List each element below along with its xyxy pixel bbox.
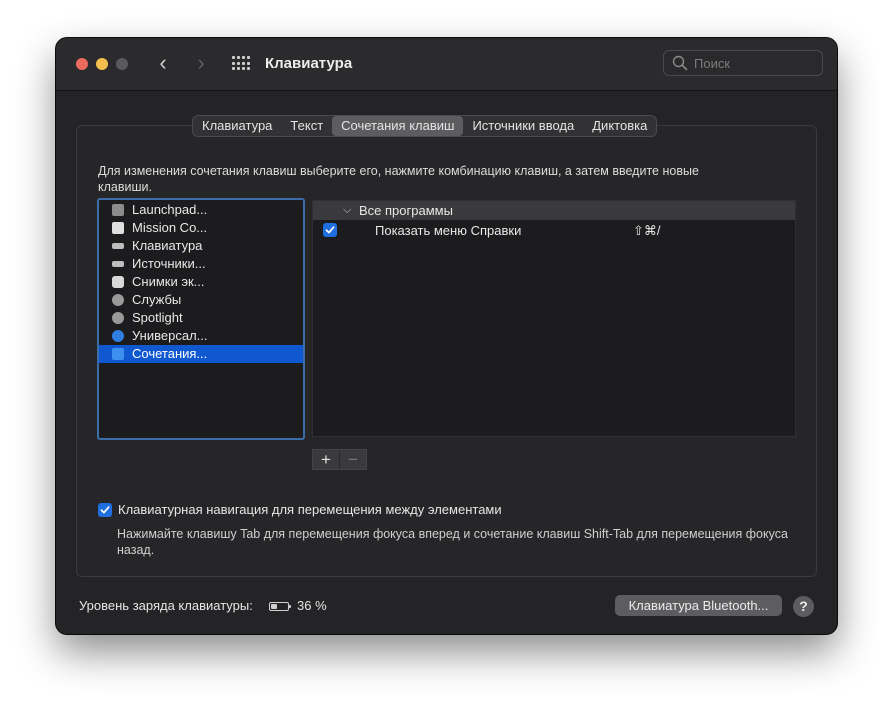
category-label: Клавиатура <box>132 238 203 253</box>
tab-dictation[interactable]: Диктовка <box>583 116 656 136</box>
show-all-grid-icon[interactable] <box>232 56 250 71</box>
minimize-window-button[interactable] <box>96 58 108 70</box>
shortcut-enabled-checkbox[interactable] <box>323 223 337 237</box>
chevron-down-icon[interactable]: ⌵ <box>343 201 351 220</box>
group-label: Все программы <box>359 203 453 218</box>
category-label: Источники... <box>132 256 206 271</box>
checkmark-icon <box>100 506 110 514</box>
tab-bar: Клавиатура Текст Сочетания клавиш Источн… <box>192 115 658 137</box>
tab-input-sources[interactable]: Источники ввода <box>463 116 583 136</box>
category-item-app-shortcuts[interactable]: Сочетания... <box>99 345 303 363</box>
battery-icon <box>269 602 291 611</box>
keyboard-navigation-label: Клавиатурная навигация для перемещения м… <box>118 502 502 517</box>
shortcuts-description: Для изменения сочетания клавиш выберите … <box>98 164 699 194</box>
launchpad-icon <box>112 204 124 216</box>
category-label: Снимки эк... <box>132 274 205 289</box>
screenshot-icon <box>112 276 124 288</box>
category-item-spotlight[interactable]: Spotlight <box>99 309 303 327</box>
category-label: Сочетания... <box>132 346 208 361</box>
category-item-input-sources[interactable]: Источники... <box>99 255 303 273</box>
shortcut-keys[interactable]: ⇧⌘/ <box>633 221 661 240</box>
category-label: Spotlight <box>132 310 183 325</box>
category-label: Mission Co... <box>132 220 208 235</box>
help-button[interactable]: ? <box>793 596 814 617</box>
category-item-accessibility[interactable]: Универсал... <box>99 327 303 345</box>
close-window-button[interactable] <box>76 58 88 70</box>
shortcuts-table: ⌵ Все программы Показать меню Справки ⇧⌘… <box>312 200 796 437</box>
app-shortcuts-icon <box>112 348 124 360</box>
battery-label: Уровень заряда клавиатуры: <box>79 598 253 613</box>
tab-text[interactable]: Текст <box>281 116 332 136</box>
shortcut-name: Показать меню Справки <box>375 223 522 238</box>
category-list[interactable]: Launchpad... Mission Co... Клавиатура Ис… <box>97 198 305 440</box>
keyboard-icon <box>112 243 124 249</box>
keyboard-navigation-description: Нажимайте клавишу Tab для перемещения фо… <box>117 527 788 557</box>
remove-shortcut-button[interactable]: − <box>340 450 366 469</box>
back-chevron-icon[interactable]: ‹ <box>152 52 174 76</box>
input-sources-icon <box>112 261 124 267</box>
category-item-keyboard[interactable]: Клавиатура <box>99 237 303 255</box>
spotlight-icon <box>112 312 124 324</box>
add-remove-control: + − <box>312 449 367 470</box>
tab-shortcuts[interactable]: Сочетания клавиш <box>332 116 464 136</box>
category-item-mission-control[interactable]: Mission Co... <box>99 219 303 237</box>
title-bar: ‹ › Клавиатура Поиск <box>56 38 837 91</box>
battery-percent: 36 % <box>297 598 327 613</box>
zoom-window-button[interactable] <box>116 58 128 70</box>
category-item-launchpad[interactable]: Launchpad... <box>99 201 303 219</box>
bluetooth-keyboard-button[interactable]: Клавиатура Bluetooth... <box>615 595 782 616</box>
battery-level-fill <box>271 604 277 609</box>
search-input[interactable]: Поиск <box>663 50 823 76</box>
forward-chevron-icon[interactable]: › <box>190 52 212 76</box>
shortcut-row[interactable]: Показать меню Справки ⇧⌘/ <box>313 221 795 240</box>
accessibility-icon <box>112 330 124 342</box>
category-item-screenshots[interactable]: Снимки эк... <box>99 273 303 291</box>
mission-control-icon <box>112 222 124 234</box>
gear-icon <box>112 294 124 306</box>
checkmark-icon <box>325 226 335 234</box>
window-title: Клавиатура <box>265 55 353 72</box>
category-label: Службы <box>132 292 182 307</box>
add-shortcut-button[interactable]: + <box>313 450 340 469</box>
search-icon <box>672 55 688 71</box>
category-item-services[interactable]: Службы <box>99 291 303 309</box>
keyboard-navigation-checkbox[interactable] <box>98 503 112 517</box>
search-placeholder: Поиск <box>694 56 731 71</box>
category-label: Универсал... <box>132 328 208 343</box>
tab-keyboard[interactable]: Клавиатура <box>193 116 281 136</box>
preferences-window: ‹ › Клавиатура Поиск Клавиатура Текст Со… <box>56 38 837 634</box>
category-label: Launchpad... <box>132 202 208 217</box>
all-apps-group-row[interactable]: ⌵ Все программы <box>313 201 795 220</box>
